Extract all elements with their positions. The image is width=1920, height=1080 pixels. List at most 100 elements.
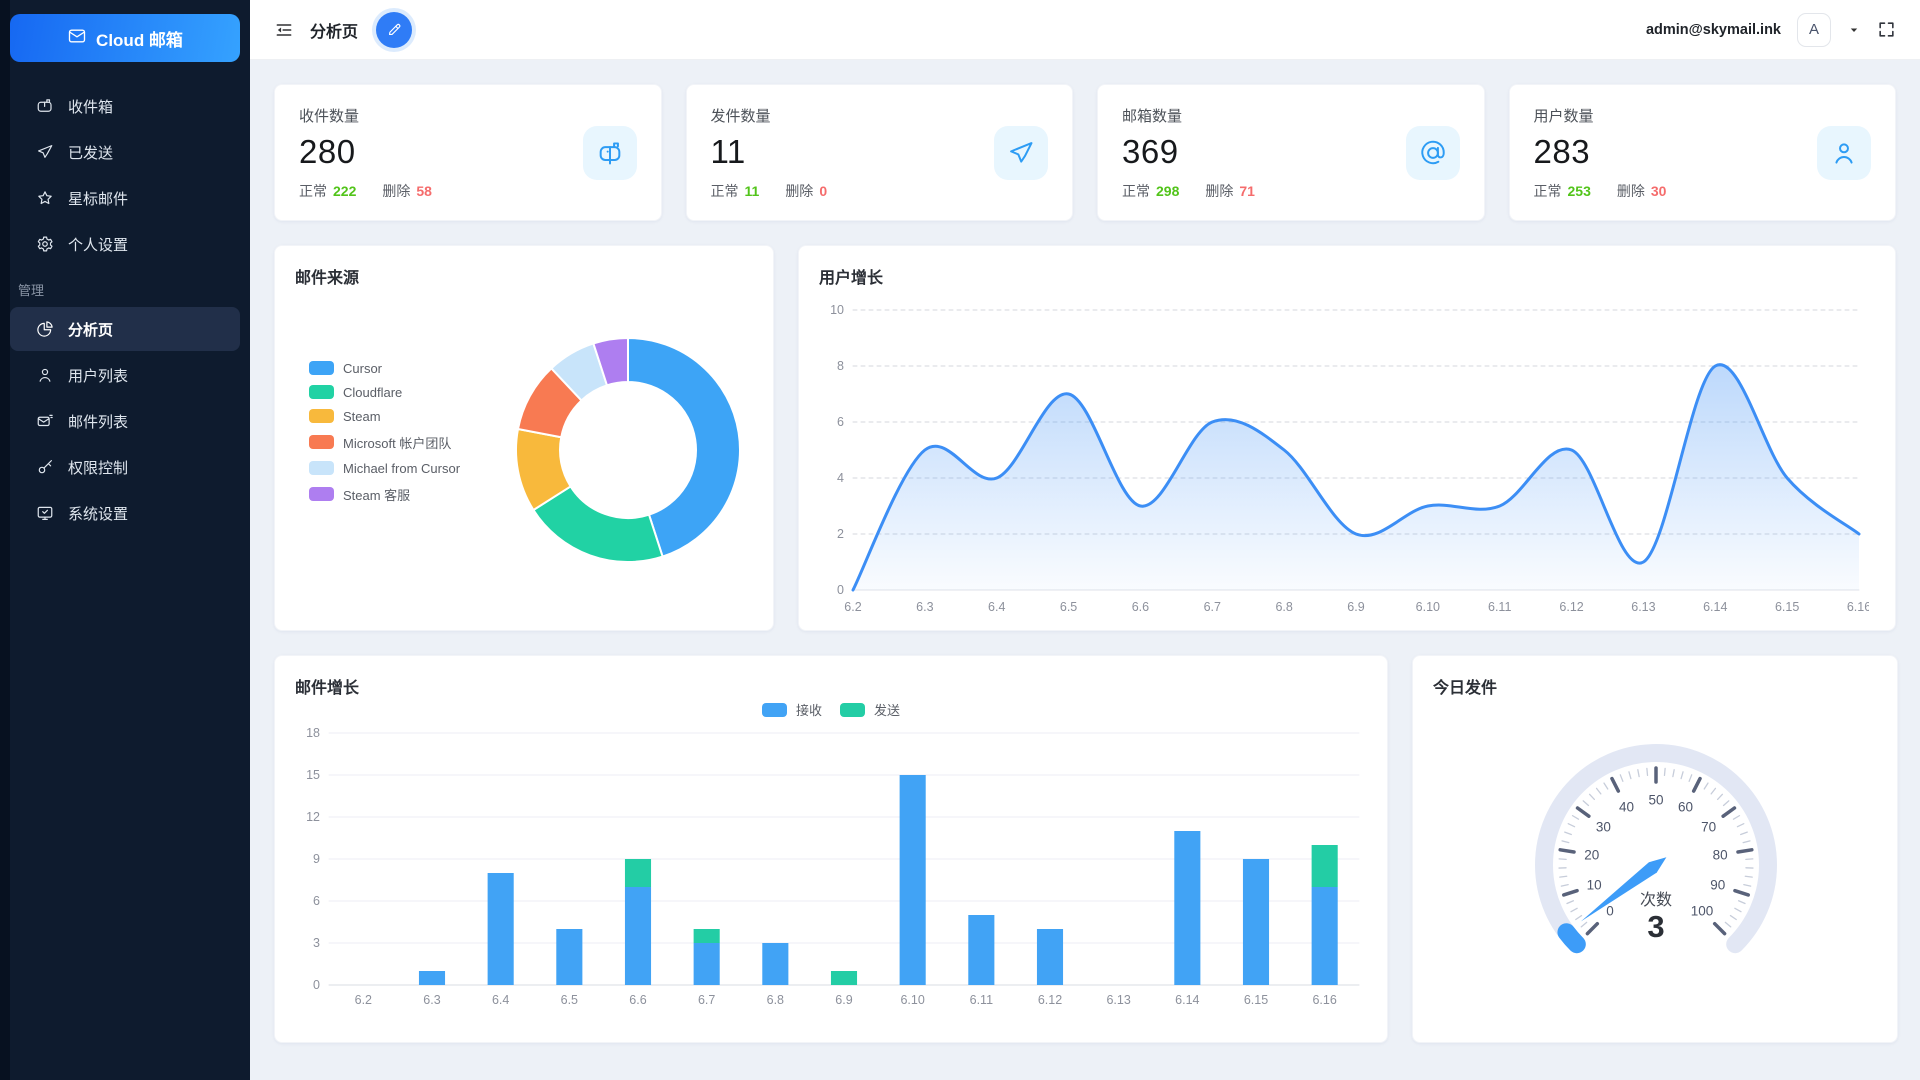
stat-card-mailboxes: 邮箱数量 369 正常298 删除71: [1097, 84, 1485, 221]
stat-label: 发件数量: [711, 105, 828, 126]
at-icon: [1406, 126, 1460, 180]
stat-label: 邮箱数量: [1122, 105, 1255, 126]
user-icon: [36, 366, 54, 384]
sidebar-item-label: 用户列表: [68, 365, 128, 386]
svg-text:6.10: 6.10: [1416, 600, 1440, 614]
mail-growth-bar-chart[interactable]: 03691215186.26.36.46.56.66.76.86.96.106.…: [295, 723, 1367, 1011]
collapse-sidebar-icon[interactable]: [274, 20, 294, 40]
svg-text:9: 9: [313, 852, 320, 866]
svg-text:6.12: 6.12: [1038, 993, 1062, 1007]
svg-text:0: 0: [313, 978, 320, 992]
gear-icon: [36, 235, 54, 253]
chart-title: 用户增长: [819, 264, 1875, 288]
svg-text:3: 3: [313, 936, 320, 950]
app-logo-button[interactable]: Cloud 邮箱: [10, 14, 240, 62]
svg-text:6.9: 6.9: [835, 993, 852, 1007]
sidebar-item-已发送[interactable]: 已发送: [10, 130, 240, 174]
svg-text:6.11: 6.11: [970, 993, 993, 1007]
legend-item[interactable]: Cursor: [309, 361, 503, 376]
svg-text:6.6: 6.6: [1132, 600, 1149, 614]
svg-text:6.5: 6.5: [561, 993, 578, 1007]
legend-item[interactable]: 接收: [762, 700, 822, 719]
sidebar-item-用户列表[interactable]: 用户列表: [10, 353, 240, 397]
svg-text:10: 10: [830, 303, 844, 317]
legend-item[interactable]: Steam: [309, 409, 503, 424]
svg-text:6.8: 6.8: [1275, 600, 1292, 614]
svg-text:6.5: 6.5: [1060, 600, 1077, 614]
caret-down-icon[interactable]: [1847, 23, 1861, 37]
user-growth-line-chart[interactable]: 02468106.26.36.46.56.66.76.86.96.106.116…: [819, 296, 1869, 620]
svg-text:6.9: 6.9: [1347, 600, 1364, 614]
svg-text:6.15: 6.15: [1775, 600, 1799, 614]
send-icon: [994, 126, 1048, 180]
svg-text:6.16: 6.16: [1847, 600, 1869, 614]
svg-text:6.4: 6.4: [988, 600, 1005, 614]
svg-text:6.7: 6.7: [698, 993, 715, 1007]
donut-legend: Cursor Cloudflare Steam Microsoft 帐户团队 Micha…: [295, 357, 503, 544]
stat-sub: 正常11 删除0: [711, 181, 828, 201]
key-icon: [36, 458, 54, 476]
sidebar-item-权限控制[interactable]: 权限控制: [10, 445, 240, 489]
bar-legend: 接收 发送: [295, 700, 1367, 719]
svg-text:6.2: 6.2: [355, 993, 372, 1007]
svg-text:0: 0: [837, 583, 844, 597]
sidebar-group-label: 管理: [18, 280, 250, 299]
svg-text:90: 90: [1710, 878, 1725, 893]
legend-swatch: [309, 361, 334, 375]
legend-item[interactable]: Steam 客服: [309, 485, 503, 504]
legend-label: 发送: [874, 700, 900, 719]
charts-row-3: 邮件增长 接收发送 03691215186.26.36.46.56.66.76.…: [274, 655, 1896, 1043]
today-sent-gauge-chart[interactable]: 0102030405060708090100次数3: [1433, 713, 1877, 1009]
legend-item[interactable]: Cloudflare: [309, 385, 503, 400]
legend-swatch: [309, 435, 334, 449]
mail-source-donut-chart[interactable]: [503, 325, 753, 575]
stats-row: 收件数量 280 正常222 删除58 发件数量 11 正常1: [274, 84, 1896, 221]
sidebar-item-label: 星标邮件: [68, 188, 128, 209]
legend-item[interactable]: 发送: [840, 700, 900, 719]
charts-row-2: 邮件来源 CursorCloudflareSteamMicrosoft 帐户团队…: [274, 245, 1896, 631]
content: 收件数量 280 正常222 删除58 发件数量 11 正常1: [250, 60, 1920, 1080]
stat-label: 收件数量: [299, 105, 432, 126]
legend-item[interactable]: Michael from Cursor: [309, 461, 503, 476]
sidebar-item-收件箱[interactable]: 收件箱: [10, 84, 240, 128]
sent-icon: [36, 143, 54, 161]
svg-text:6.13: 6.13: [1631, 600, 1655, 614]
svg-text:2: 2: [837, 527, 844, 541]
mailbox-icon: [583, 126, 637, 180]
sidebar-item-label: 收件箱: [68, 96, 113, 117]
sidebar-item-个人设置[interactable]: 个人设置: [10, 222, 240, 266]
avatar[interactable]: A: [1797, 13, 1831, 47]
svg-text:15: 15: [306, 768, 320, 782]
svg-text:6: 6: [837, 415, 844, 429]
svg-text:6.16: 6.16: [1312, 993, 1336, 1007]
legend-swatch: [309, 487, 334, 501]
svg-text:6.14: 6.14: [1175, 993, 1199, 1007]
app-name: Cloud 邮箱: [96, 26, 183, 51]
svg-text:6.3: 6.3: [916, 600, 933, 614]
stat-sub: 正常298 删除71: [1122, 181, 1255, 201]
edit-page-button[interactable]: [376, 12, 412, 48]
sidebar-item-星标邮件[interactable]: 星标邮件: [10, 176, 240, 220]
sidebar-item-分析页[interactable]: 分析页: [10, 307, 240, 351]
user-growth-card: 用户增长 02468106.26.36.46.56.66.76.86.96.10…: [798, 245, 1896, 631]
mail-icon: [67, 26, 87, 51]
fullscreen-icon[interactable]: [1877, 20, 1896, 39]
monitor-icon: [36, 504, 54, 522]
svg-text:6.10: 6.10: [900, 993, 924, 1007]
svg-text:6.12: 6.12: [1559, 600, 1583, 614]
main-area: 分析页 admin@skymail.ink A 收件数量 280 正常222 删…: [250, 0, 1920, 1080]
sidebar-item-label: 邮件列表: [68, 411, 128, 432]
svg-text:6.13: 6.13: [1106, 993, 1130, 1007]
svg-text:6.14: 6.14: [1703, 600, 1727, 614]
inbox-icon: [36, 97, 54, 115]
svg-text:30: 30: [1596, 819, 1611, 834]
sidebar-item-label: 已发送: [68, 142, 113, 163]
stat-sub: 正常253 删除30: [1534, 181, 1667, 201]
svg-text:次数: 次数: [1640, 891, 1672, 909]
svg-text:80: 80: [1713, 847, 1728, 862]
legend-label: Michael from Cursor: [343, 461, 460, 476]
sidebar-item-系统设置[interactable]: 系统设置: [10, 491, 240, 535]
legend-item[interactable]: Microsoft 帐户团队: [309, 433, 503, 452]
sidebar-item-邮件列表[interactable]: 邮件列表: [10, 399, 240, 443]
sidebar-item-label: 个人设置: [68, 234, 128, 255]
